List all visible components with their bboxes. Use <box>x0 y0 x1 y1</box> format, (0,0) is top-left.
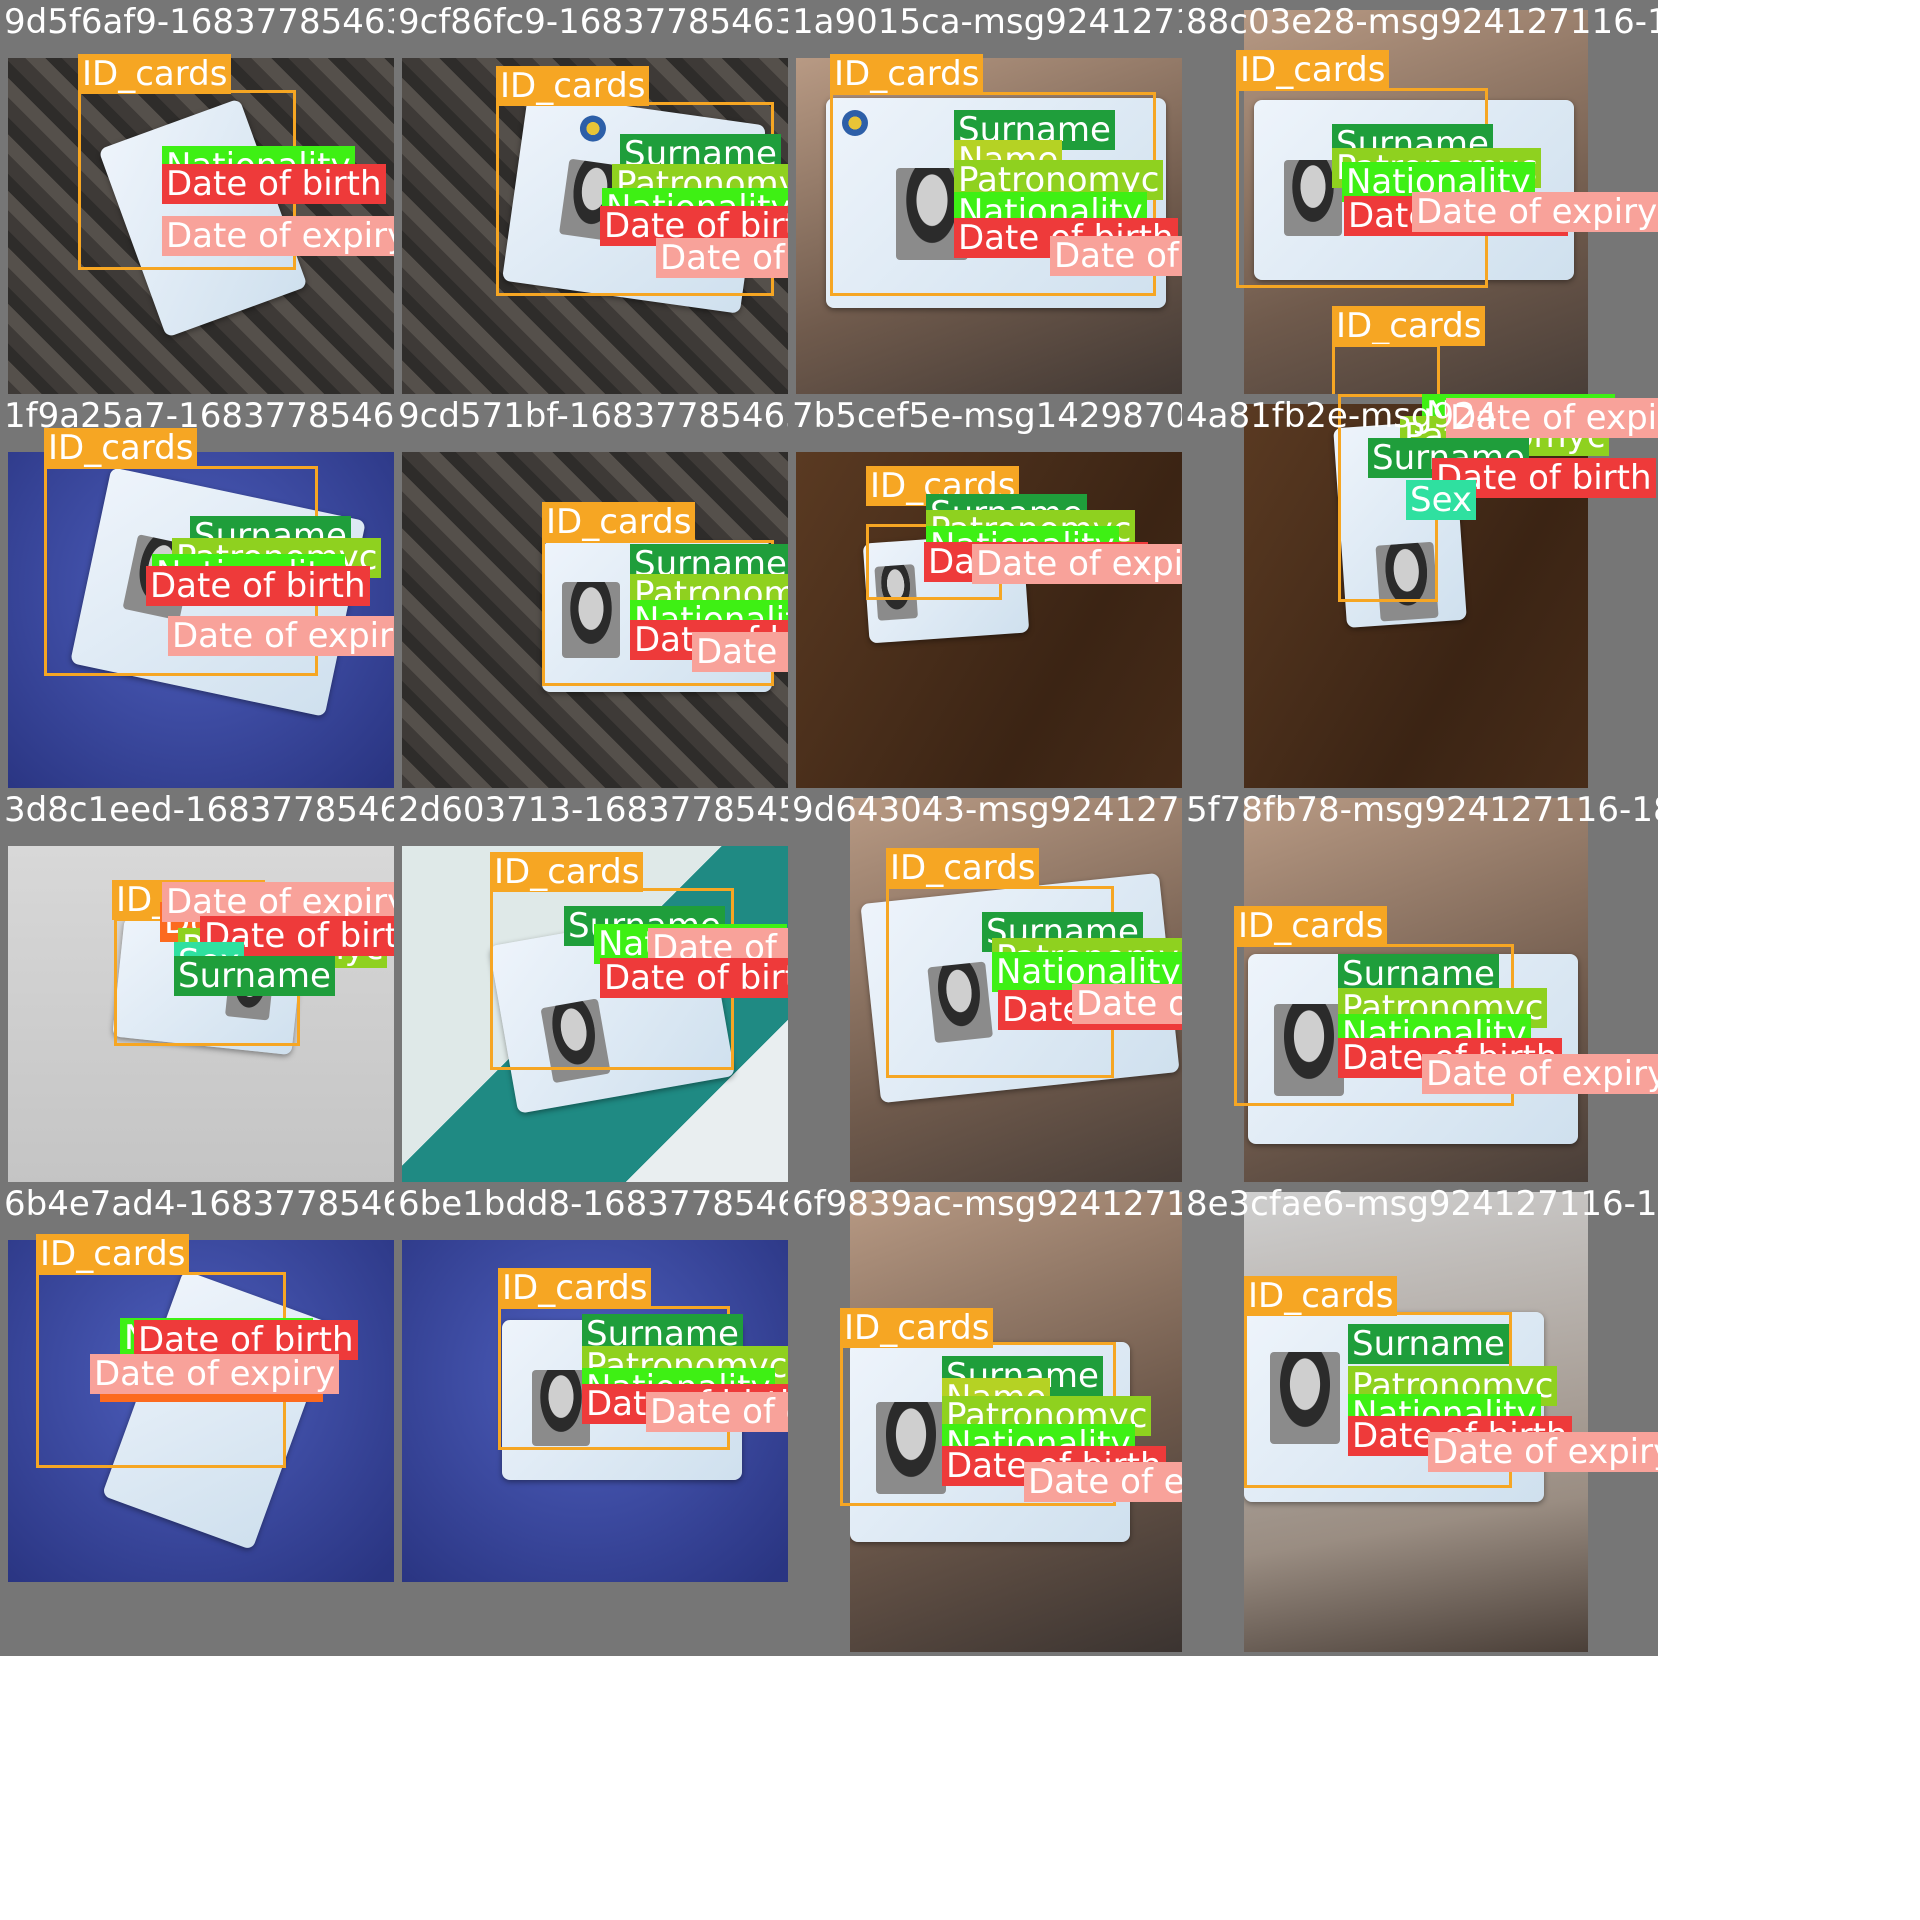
date-of-expiry-label: Date of expiry <box>1428 1432 1658 1472</box>
surname-label: Surname <box>1348 1324 1509 1364</box>
id-cards-label: ID_cards <box>78 54 232 94</box>
id-cards-label: ID_cards <box>542 502 696 542</box>
tile-16: ID_cards Surname Patronomyc Nationality … <box>1182 1182 1658 1656</box>
id-cards-label: ID_cards <box>36 1234 190 1274</box>
date-of-birth-label: Date of birth <box>162 164 386 204</box>
date-of-expiry-label: Date of expiry <box>168 616 418 656</box>
id-cards-label: ID_cards <box>1236 50 1390 90</box>
sex-label: Sex <box>1406 480 1477 520</box>
id-cards-label: ID_cards <box>886 848 1040 888</box>
date-of-expiry-label: Date of expiry <box>1412 192 1658 232</box>
id-cards-label: ID_cards <box>490 852 644 892</box>
filename: 8e3cfae6-msg924127116-1 <box>1186 1184 1658 1224</box>
id-cards-label-2: ID_cards <box>1332 306 1486 346</box>
filename: 4a81fb2e-msg924 <box>1186 396 1498 436</box>
surname-label: Surname <box>174 956 335 996</box>
date-of-birth-label: Date of birth <box>146 566 370 606</box>
date-of-expiry-label: Date of expiry <box>90 1354 340 1394</box>
id-cards-label: ID_cards <box>498 1268 652 1308</box>
filename: 5f78fb78-msg924127116-18 <box>1186 790 1658 830</box>
id-cards-label: ID_cards <box>840 1308 994 1348</box>
id-cards-label: ID_cards <box>1244 1276 1398 1316</box>
date-of-expiry-label: Date of expiry <box>162 216 412 256</box>
id-cards-label: ID_cards <box>830 54 984 94</box>
date-of-expiry-label: Date of expiry <box>1422 1054 1658 1094</box>
id-cards-label: ID_cards <box>1234 906 1388 946</box>
id-cards-label: ID_cards <box>496 66 650 106</box>
filename: 88c03e28-msg924127116-1 <box>1186 2 1658 42</box>
